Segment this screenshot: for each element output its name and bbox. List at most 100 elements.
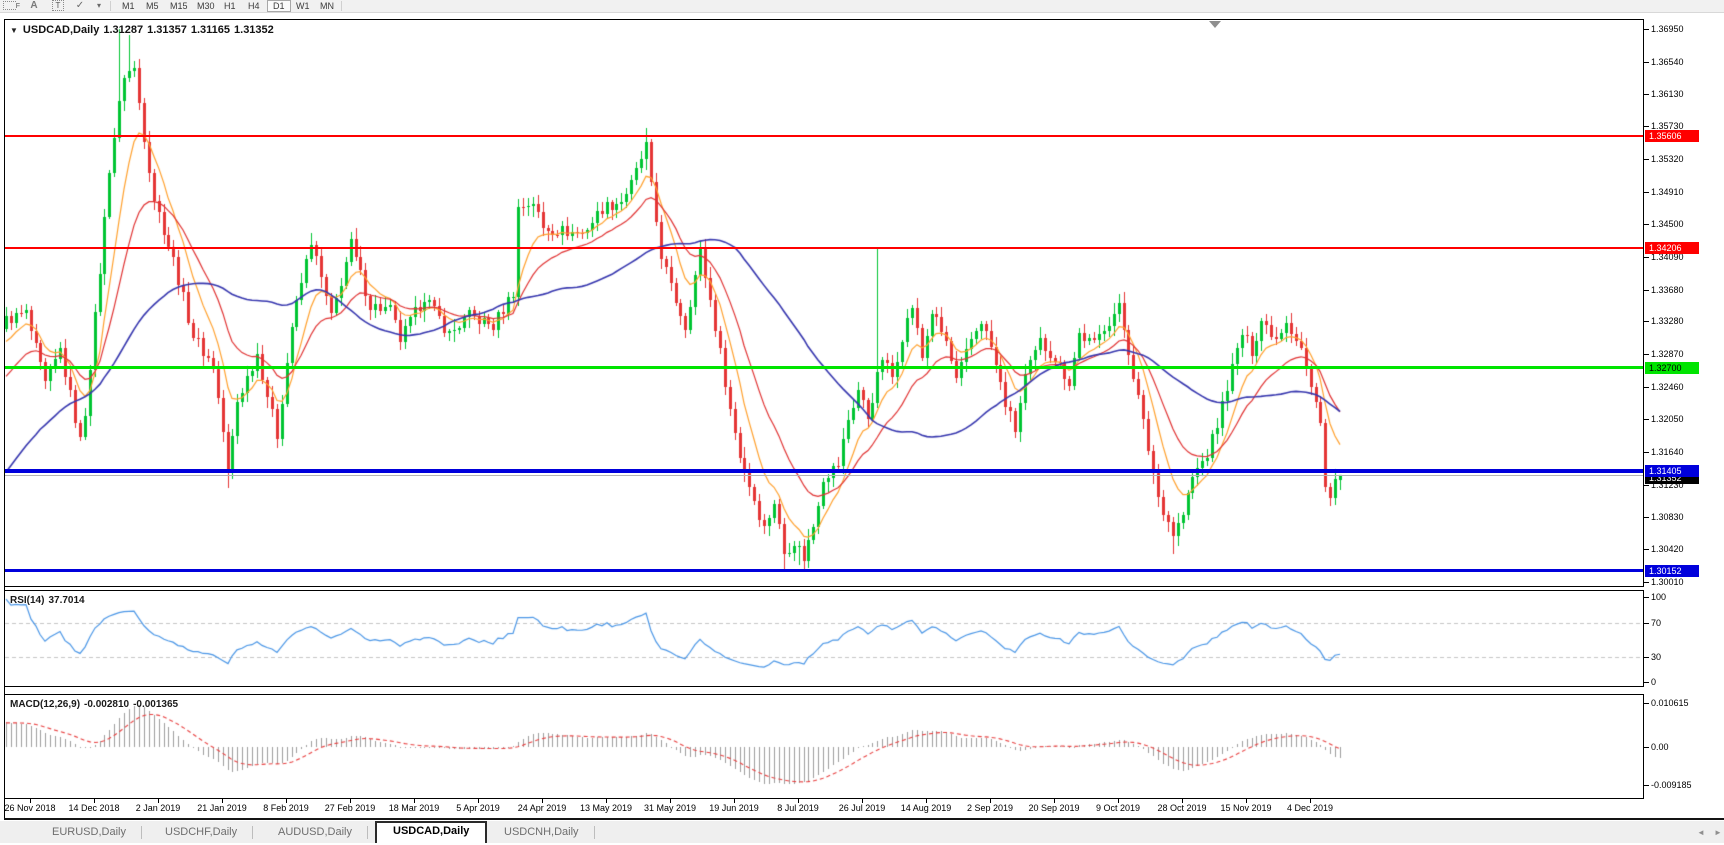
level-price-label: 1.35606: [1645, 130, 1699, 142]
macd-axis-tick: [1644, 703, 1649, 704]
quick-panel-collapse-icon[interactable]: ▼: [10, 26, 18, 35]
trading-platform-window: FAT✓▾M1M5M15M30H1H4D1W1MN ▼USDCAD,Daily1…: [0, 0, 1724, 845]
price-axis-tick: [1644, 29, 1649, 30]
date-axis-label: 26 Jul 2019: [839, 803, 886, 813]
price-axis-label: 1.35320: [1651, 154, 1684, 165]
date-axis-label: 27 Feb 2019: [325, 803, 376, 813]
price-axis-label: 1.36950: [1651, 24, 1684, 35]
price-axis-label: 1.30010: [1651, 577, 1684, 588]
tab-eurusd-daily[interactable]: EURUSD,Daily: [36, 822, 142, 843]
date-axis-label: 28 Oct 2019: [1157, 803, 1206, 813]
tab-audusd-daily[interactable]: AUDUSD,Daily: [262, 822, 368, 843]
tab-separator: [252, 826, 253, 839]
date-axis-label: 2 Jan 2019: [136, 803, 181, 813]
macd-signal-value: -0.001365: [133, 699, 178, 710]
macd-axis-label: 0.010615: [1651, 698, 1689, 709]
price-axis-label: 1.34910: [1651, 187, 1684, 198]
date-axis-label: 2 Sep 2019: [967, 803, 1013, 813]
horizontal-level-line[interactable]: [5, 469, 1643, 473]
price-axis-tick: [1644, 62, 1649, 63]
horizontal-level-line[interactable]: [5, 135, 1643, 137]
rsi-axis-tick: [1644, 682, 1649, 683]
tab-separator: [594, 826, 595, 839]
rsi-axis-label: 0: [1651, 677, 1656, 688]
chart-title-symbol: USDCAD,Daily: [23, 24, 99, 36]
price-axis-label: 1.33680: [1651, 285, 1684, 296]
price-axis-label: 1.32460: [1651, 382, 1684, 393]
price-axis-tick: [1644, 517, 1649, 518]
tab-separator: [141, 826, 142, 839]
price-axis-label: 1.30420: [1651, 544, 1684, 555]
date-axis-label: 21 Jan 2019: [197, 803, 247, 813]
price-axis-label: 1.36540: [1651, 57, 1684, 68]
macd-name: MACD(12,26,9): [10, 699, 80, 710]
price-axis-tick: [1644, 94, 1649, 95]
date-axis-label: 15 Nov 2019: [1220, 803, 1271, 813]
price-axis-tick: [1644, 582, 1649, 583]
date-axis-label: 26 Nov 2018: [4, 803, 55, 813]
chart-canvas[interactable]: [0, 0, 1724, 845]
price-axis-tick: [1644, 290, 1649, 291]
price-axis-tick: [1644, 485, 1649, 486]
price-axis-tick: [1644, 224, 1649, 225]
price-axis-tick: [1644, 549, 1649, 550]
rsi-axis-label: 100: [1651, 592, 1666, 603]
macd-axis-label: -0.009185: [1651, 780, 1692, 791]
date-axis-label: 5 Apr 2019: [456, 803, 500, 813]
rsi-label: RSI(14) 37.7014: [10, 595, 89, 606]
date-axis-label: 13 May 2019: [580, 803, 632, 813]
price-axis-tick: [1644, 387, 1649, 388]
rsi-value: 37.7014: [48, 595, 84, 606]
horizontal-level-line[interactable]: [5, 569, 1643, 572]
macd-label: MACD(12,26,9)-0.002810-0.001365: [10, 699, 182, 710]
ohlc-high: 1.31357: [147, 24, 187, 36]
tab-separator: [367, 826, 368, 839]
date-axis-label: 14 Dec 2018: [68, 803, 119, 813]
horizontal-level-line[interactable]: [5, 366, 1643, 369]
date-axis-label: 8 Jul 2019: [777, 803, 819, 813]
rsi-axis-tick: [1644, 597, 1649, 598]
price-axis-tick: [1644, 257, 1649, 258]
window-bottom-border: [4, 818, 1724, 820]
date-axis-label: 24 Apr 2019: [518, 803, 567, 813]
price-axis-tick: [1644, 354, 1649, 355]
tab-usdcnh-daily[interactable]: USDCNH,Daily: [488, 822, 595, 843]
price-axis-label: 1.34500: [1651, 219, 1684, 230]
ohlc-close: 1.31352: [234, 24, 274, 36]
tab-scroll-right-icon[interactable]: ►: [1714, 828, 1722, 837]
window-left-border: [4, 19, 5, 818]
price-axis-tick: [1644, 126, 1649, 127]
current-price-line: [5, 475, 1643, 476]
macd-axis-tick: [1644, 747, 1649, 748]
date-axis-label: 8 Feb 2019: [263, 803, 309, 813]
price-axis-label: 1.33280: [1651, 316, 1684, 327]
ohlc-low: 1.31165: [191, 24, 230, 36]
chart-shift-marker-icon[interactable]: [1209, 21, 1221, 28]
date-axis-label: 20 Sep 2019: [1028, 803, 1079, 813]
level-price-label: 1.34206: [1645, 242, 1699, 254]
chart-title: ▼ USDCAD,Daily 1.31287 1.31357 1.31165 1.3135…: [10, 24, 278, 36]
price-axis-label: 1.32050: [1651, 414, 1684, 425]
horizontal-level-line[interactable]: [5, 247, 1643, 249]
tab-scroll-left-icon[interactable]: ◄: [1697, 828, 1705, 837]
price-axis-tick: [1644, 192, 1649, 193]
rsi-axis-tick: [1644, 657, 1649, 658]
tab-usdchf-daily[interactable]: USDCHF,Daily: [149, 822, 253, 843]
tab-usdcad-daily[interactable]: USDCAD,Daily: [375, 821, 487, 843]
date-axis-label: 14 Aug 2019: [901, 803, 952, 813]
rsi-name: RSI(14): [10, 595, 44, 606]
price-axis-label: 1.32870: [1651, 349, 1684, 360]
macd-axis-label: 0.00: [1651, 742, 1669, 753]
rsi-axis-label: 30: [1651, 652, 1661, 663]
price-axis-tick: [1644, 159, 1649, 160]
ohlc-open: 1.31287: [103, 24, 143, 36]
date-axis-label: 9 Oct 2019: [1096, 803, 1140, 813]
rsi-axis-tick: [1644, 623, 1649, 624]
macd-axis-tick: [1644, 785, 1649, 786]
level-price-label: 1.32700: [1645, 362, 1699, 374]
level-price-label: 1.30152: [1645, 565, 1699, 577]
date-axis-label: 18 Mar 2019: [389, 803, 440, 813]
price-axis-tick: [1644, 452, 1649, 453]
price-axis-label: 1.31640: [1651, 447, 1684, 458]
price-axis-tick: [1644, 419, 1649, 420]
